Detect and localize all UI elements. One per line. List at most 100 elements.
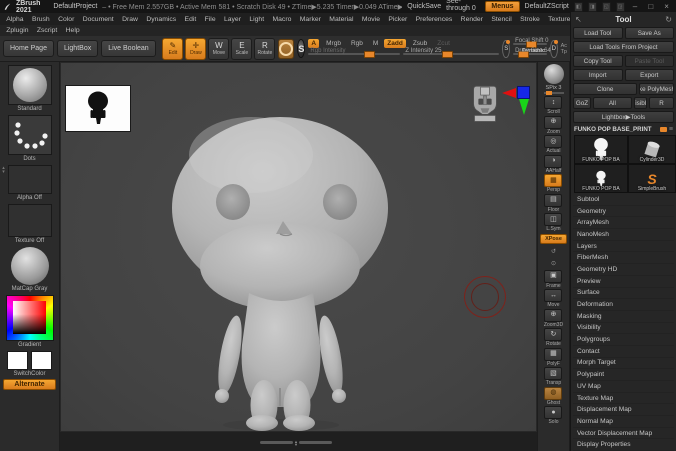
shelf-button[interactable]: ◍ Ghost: [544, 386, 563, 407]
tool-button[interactable]: Load Tool: [573, 27, 623, 39]
left-tray-handle[interactable]: ▴ ▾: [0, 166, 7, 175]
tool-list-icon[interactable]: ≡: [669, 126, 673, 133]
subpalette-row[interactable]: Visibility: [573, 323, 674, 335]
tool-button[interactable]: Save As: [624, 27, 674, 39]
current-material[interactable]: MatCap Gray: [10, 247, 49, 292]
tool-button[interactable]: Export: [624, 69, 674, 81]
menu-item[interactable]: Picker: [384, 16, 411, 23]
camview-head[interactable]: [470, 83, 500, 128]
home-page-button[interactable]: Home Page: [3, 40, 54, 57]
spix-slider[interactable]: [543, 91, 564, 95]
tool-button[interactable]: Clone: [573, 83, 638, 95]
switchcolor-label[interactable]: SwitchColor: [13, 371, 45, 377]
shelf-button[interactable]: ▤ Floor: [544, 193, 563, 214]
shelf-button[interactable]: ↕ Scroll: [544, 96, 563, 116]
paint-toggle[interactable]: Rgb: [348, 39, 366, 48]
minimize-button[interactable]: –: [630, 2, 641, 11]
shelf-button[interactable]: ◫ L.Sym: [544, 213, 563, 233]
shelf-button[interactable]: ◑ AAHalf: [544, 154, 563, 175]
menu-item[interactable]: Draw: [118, 16, 142, 23]
tool-button[interactable]: All: [593, 97, 632, 109]
subpalette-row[interactable]: Subtool: [573, 194, 674, 206]
menu-item[interactable]: Preferences: [411, 16, 456, 23]
saturation-square[interactable]: [12, 301, 46, 334]
titlebar-tool-icon[interactable]: ◲: [615, 1, 625, 12]
matcap-sphere-icon[interactable]: [10, 247, 49, 285]
subpalette-row[interactable]: Polygroups: [573, 334, 674, 346]
brush-ring-icon[interactable]: [278, 38, 295, 59]
funko-model[interactable]: [61, 63, 537, 432]
current-alpha[interactable]: Alpha Off: [7, 165, 52, 201]
tool-button[interactable]: Import: [573, 69, 623, 81]
shelf-button[interactable]: ◎ Actual: [544, 135, 563, 155]
sculpt-toggle[interactable]: Zsub: [410, 39, 430, 48]
active-tool-header[interactable]: FUNKO POP BASE_PRINT ≡: [573, 126, 674, 133]
subpalette-row[interactable]: Geometry: [573, 206, 674, 218]
menu-item[interactable]: Stroke: [516, 16, 544, 23]
hue-ring[interactable]: [5, 295, 54, 341]
document-canvas[interactable]: [60, 62, 537, 432]
draw-size-slider[interactable]: Draw Size 64 Dynamic: [513, 48, 551, 58]
menu-item[interactable]: Render: [456, 16, 487, 23]
menu-item[interactable]: Material: [325, 16, 358, 23]
zscript-set[interactable]: DefaultZScript: [525, 3, 569, 10]
transform-mode-button[interactable]: R Rotate: [254, 37, 276, 60]
stroke-thumbnail[interactable]: [7, 115, 52, 155]
titlebar-tool-icon[interactable]: ◨: [587, 1, 597, 12]
stroke-compass-icon[interactable]: S: [502, 39, 511, 58]
subpalette-row[interactable]: Layers: [573, 241, 674, 253]
tool-button[interactable]: Copy Tool: [573, 55, 623, 67]
draw-compass-icon[interactable]: D: [549, 39, 558, 58]
subpalette-row[interactable]: ArrayMesh: [573, 217, 674, 230]
subpalette-row[interactable]: Geometry HD: [573, 264, 674, 276]
menu-item[interactable]: Layer: [220, 16, 245, 23]
shelf-button[interactable]: ⊙: [548, 258, 559, 270]
paint-toggle[interactable]: M: [370, 39, 381, 48]
subpalette-row[interactable]: Morph Target: [573, 358, 674, 370]
shelf-button[interactable]: XPose: [540, 233, 567, 246]
main-color-swatch[interactable]: [7, 351, 28, 370]
menu-item[interactable]: Alpha: [2, 16, 28, 23]
current-stroke[interactable]: Dots: [7, 115, 52, 162]
menu-item[interactable]: Document: [79, 16, 118, 23]
tool-thumb-funko-big[interactable]: FUNKO POP BA: [574, 135, 628, 164]
menu-item[interactable]: Dynamics: [142, 16, 180, 23]
tool-thumb-cylinder3d[interactable]: Cylinder3D: [628, 135, 676, 164]
alpha-thumbnail[interactable]: [7, 165, 52, 194]
load-tools-from-project-button[interactable]: Load Tools From Project: [573, 41, 674, 53]
titlebar-tool-icon[interactable]: ◧: [573, 1, 583, 12]
tool-thumb-funko-small[interactable]: FUNKO POP BA: [574, 164, 628, 193]
subpalette-row[interactable]: Contact: [573, 346, 674, 358]
color-picker[interactable]: Gradient: [5, 295, 54, 348]
menu-item[interactable]: Light: [245, 16, 268, 23]
subpalette-row[interactable]: Surface: [573, 288, 674, 300]
tool-button[interactable]: Paste Tool: [624, 55, 674, 67]
menu-item[interactable]: Brush: [28, 16, 54, 23]
shelf-button[interactable]: ▦ Persp: [544, 174, 563, 194]
menu-item[interactable]: Marker: [296, 16, 326, 23]
subpalette-row[interactable]: Masking: [573, 311, 674, 323]
palette-restore-icon[interactable]: ↻: [665, 15, 672, 24]
subpalette-row[interactable]: Deformation: [573, 299, 674, 311]
tool-button[interactable]: R: [649, 97, 674, 109]
transform-mode-button[interactable]: ✎ Edit: [162, 37, 184, 60]
restore-button[interactable]: □: [645, 2, 656, 11]
menu-item[interactable]: File: [200, 16, 219, 23]
subpalette-row[interactable]: Preview: [573, 276, 674, 288]
menu-item[interactable]: Zscript: [33, 27, 62, 34]
live-boolean-button[interactable]: Live Boolean: [101, 40, 156, 57]
menu-item[interactable]: Zplugin: [2, 27, 33, 34]
material-sphere-icon[interactable]: S: [297, 39, 306, 58]
menu-item[interactable]: Help: [61, 27, 83, 34]
lightbox-button[interactable]: LightBox: [56, 40, 99, 57]
sculpt-toggle[interactable]: Zadd: [384, 39, 406, 48]
canvas-horizontal-scrollbar[interactable]: ▴ ▾: [260, 439, 333, 446]
shelf-button[interactable]: ⊕ Zoom3D: [544, 308, 563, 329]
current-brush[interactable]: Standard: [7, 65, 52, 112]
transform-mode-button[interactable]: ✛ Draw: [185, 37, 207, 60]
shelf-button[interactable]: ● Solo: [544, 406, 563, 426]
subpalette-row[interactable]: Texture Map: [573, 393, 674, 405]
z-intensity-slider[interactable]: Z Intensity 25: [403, 48, 500, 58]
palette-arrow-icon[interactable]: ↖: [575, 15, 582, 24]
texture-thumbnail[interactable]: [7, 204, 52, 237]
